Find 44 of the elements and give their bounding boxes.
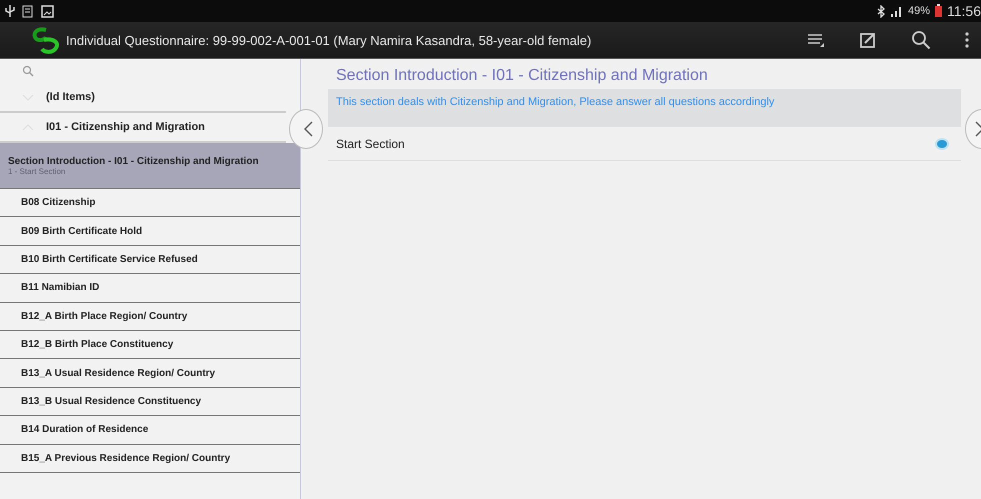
- bluetooth-icon: [876, 4, 886, 18]
- window-title: Individual Questionnaire: 99-99-002-A-001-01 (Mary Namira Kasandra, 58-year-old female): [66, 32, 592, 48]
- search-icon[interactable]: [911, 30, 931, 50]
- battery-level: 49%: [908, 5, 930, 17]
- question-label: B12_B Birth Place Constituency: [21, 339, 174, 350]
- question-label: B12_A Birth Place Region/ Country: [21, 310, 188, 322]
- question-item[interactable]: B12_A Birth Place Region/ Country: [0, 302, 300, 331]
- question-item[interactable]: B14 Duration of Residence: [0, 416, 300, 445]
- question-item[interactable]: B10 Birth Certificate Service Refused: [0, 246, 300, 274]
- group-header[interactable]: (Id Items): [0, 83, 286, 113]
- option-label: Start Section: [336, 136, 405, 150]
- question-item[interactable]: B11 Namibian ID: [0, 274, 300, 303]
- question-item[interactable]: B09 Birth Certificate Hold: [0, 217, 300, 246]
- image-icon: [41, 4, 54, 18]
- app-logo: [30, 26, 62, 54]
- question-item[interactable]: B13_A Usual Residence Region/ Country: [0, 359, 300, 388]
- overflow-menu-icon[interactable]: [965, 32, 969, 48]
- signal-icon: [890, 4, 904, 18]
- list-icon[interactable]: [807, 33, 825, 47]
- question-label: B09 Birth Certificate Hold: [21, 226, 144, 237]
- question-label: Section Introduction - I01 - Citizenship and Migration: [8, 156, 260, 166]
- question-item[interactable]: B13_B Usual Residence Constituency: [0, 388, 300, 416]
- question-label: B15_A Previous Residence Region/ Country: [21, 452, 232, 464]
- section-title: Section Introduction - I01 - Citizenship and Migration: [336, 67, 709, 85]
- option-row[interactable]: Start Section: [328, 127, 961, 161]
- question-item[interactable]: B15_A Previous Residence Region/ Country: [0, 444, 300, 473]
- battery-icon: [934, 4, 943, 18]
- question-item[interactable]: B12_B Birth Place Constituency: [0, 330, 300, 360]
- question-label: B08 Citizenship: [21, 197, 96, 208]
- question-item[interactable]: Section Introduction - I01 - Citizenship and Migration 1 - Start Section: [0, 143, 300, 189]
- usb-icon: [4, 4, 16, 18]
- question-label: B13_A Usual Residence Region/ Country: [21, 368, 216, 379]
- question-label: B10 Birth Certificate Service Refused: [21, 254, 199, 265]
- radio-button[interactable]: [935, 138, 949, 150]
- clock: 11:56: [947, 3, 981, 19]
- question-label: B11 Namibian ID: [21, 282, 100, 294]
- chevron-left-icon: [304, 121, 313, 137]
- edit-icon[interactable]: [859, 31, 877, 49]
- question-item[interactable]: B08 Citizenship: [0, 189, 300, 218]
- question-label: B13_B Usual Residence Constituency: [21, 396, 202, 407]
- section-note: This section deals with Citizenship and Migration, Please answer all questions accordingly: [328, 89, 961, 127]
- question-subtitle: 1 - Start Section: [8, 166, 66, 176]
- document-icon: [22, 4, 35, 18]
- question-label: B14 Duration of Residence: [21, 424, 150, 436]
